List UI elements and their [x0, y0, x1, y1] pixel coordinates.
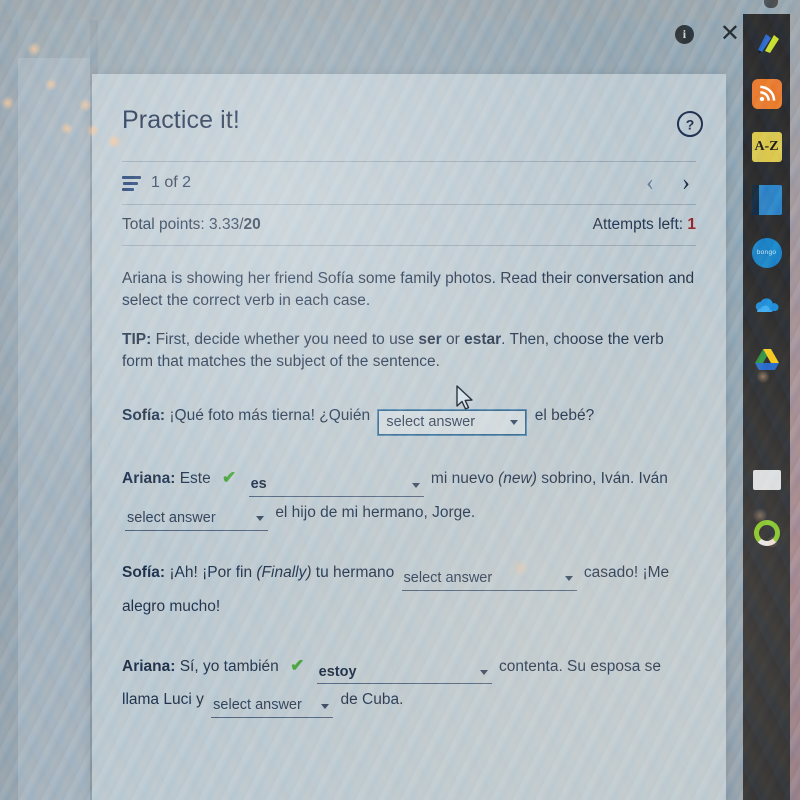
instructions-tip: TIP: First, decide whether you need to u… — [122, 329, 696, 374]
chevron-down-icon — [321, 703, 330, 709]
chevron-down-icon — [510, 420, 519, 426]
question-text-2d: el hijo de mi hermano, Jorge. — [275, 504, 476, 522]
list-lines-icon — [122, 175, 141, 191]
keyboard-document-icon — [752, 469, 781, 490]
sidebar-item-highlighter[interactable] — [743, 14, 790, 67]
bongo-circle-icon: bongo — [751, 237, 782, 268]
sidebar-item-onedrive[interactable] — [743, 279, 790, 332]
question-counter: 1 of 2 — [151, 174, 192, 191]
sidebar-item-book[interactable] — [743, 173, 790, 226]
stats-row: Total points: 3.33/20 Attempts left: 1 — [122, 205, 696, 245]
chevron-down-icon — [479, 669, 488, 675]
answer-select-4[interactable]: select answer — [401, 568, 577, 591]
answer-select-1[interactable]: select answer — [377, 409, 528, 437]
google-drive-icon — [754, 348, 779, 370]
green-ring-progress-icon — [753, 519, 780, 546]
question-row-4: Ariana: Sí, yo también ✔ estoy contenta.… — [122, 649, 696, 719]
total-points-max: 20 — [243, 216, 261, 233]
highlighter-pen-icon — [757, 33, 779, 54]
question-text-1a: ¡Qué foto más tierna! ¿Quién — [165, 406, 371, 424]
question-text-2a: Este — [175, 470, 211, 488]
question-gloss-2: (new) — [498, 470, 537, 488]
prev-question-button[interactable]: ‹ — [646, 171, 654, 195]
correct-check-icon-4: ✔ — [290, 655, 305, 675]
backdrop-left-strip — [0, 20, 18, 800]
blue-book-icon — [751, 184, 782, 215]
onedrive-cloud-icon — [755, 297, 778, 312]
question-text-4c: de Cuba. — [340, 691, 404, 709]
tip-text-1: First, decide whether you need to use — [151, 330, 419, 348]
sidebar-item-bongo[interactable]: bongo — [743, 226, 790, 279]
total-points: Total points: 3.33/20 — [122, 216, 261, 233]
tip-label: TIP: — [122, 330, 152, 348]
a-z-dictionary-icon: A-Z — [751, 131, 782, 162]
question-text-1b: el bebé? — [534, 406, 595, 424]
answer-select-3[interactable]: select answer — [125, 508, 268, 531]
answer-select-4-value: select answer — [403, 569, 493, 586]
sidebar-item-progress[interactable] — [743, 506, 790, 559]
question-text-4a: Sí, yo también — [175, 657, 279, 675]
question-nav-row: 1 of 2 ‹ › — [122, 162, 696, 204]
speaker-label-4: Ariana: — [122, 657, 176, 675]
attempts-left: Attempts left: 1 — [592, 216, 696, 233]
backdrop-top-strip — [0, 0, 740, 20]
answer-select-3-value: select answer — [127, 510, 216, 527]
svg-text:?: ? — [686, 117, 695, 133]
tip-verb-ser: ser — [418, 330, 442, 348]
question-row-3: Sofía: ¡Ah! ¡Por fin (Finally) tu herman… — [122, 557, 696, 623]
tip-verb-estar: estar — [464, 330, 502, 348]
info-icon[interactable]: i — [674, 24, 694, 44]
answer-select-6-value: select answer — [213, 697, 302, 714]
chevron-down-icon — [256, 516, 264, 522]
answer-select-5[interactable]: estoy — [316, 661, 492, 685]
chevron-down-icon — [411, 482, 420, 488]
question-text-3b: tu hermano — [311, 563, 395, 581]
sidebar-item-dictionary[interactable]: A-Z — [743, 120, 790, 173]
tip-text-2: or — [441, 330, 465, 348]
extensions-sidebar: A-Z bongo — [743, 14, 790, 800]
question-row-2: Ariana: Este ✔ es mi nuevo (new) sobrino… — [122, 461, 696, 531]
chevron-down-icon — [564, 576, 573, 582]
question-row-1: Sofía: ¡Qué foto más tierna! ¿Quién sele… — [122, 400, 696, 437]
speaker-label-2: Ariana: — [122, 470, 176, 488]
answer-select-1-value: select answer — [386, 413, 476, 430]
exercise-body: Ariana is showing her friend Sofía some … — [122, 246, 696, 719]
next-question-button[interactable]: › — [682, 171, 690, 195]
speaker-label-1: Sofía: — [122, 406, 166, 424]
monitor-bezel — [790, 0, 800, 800]
sidebar-item-rss[interactable] — [743, 67, 790, 120]
question-gloss-3: (Finally) — [256, 563, 312, 581]
answer-select-6[interactable]: select answer — [211, 695, 334, 719]
speaker-label-3: Sofía: — [122, 563, 166, 581]
sidebar-item-google-drive[interactable] — [743, 332, 790, 385]
correct-check-icon-2: ✔ — [222, 468, 237, 488]
close-icon[interactable]: ✕ — [720, 22, 740, 46]
answer-select-2[interactable]: es — [248, 474, 424, 498]
practice-modal-card: Practice it! ? 1 of 2 ‹ › Total points: … — [92, 74, 726, 800]
instructions-intro: Ariana is showing her friend Sofía some … — [122, 270, 695, 310]
answer-select-5-value: estoy — [318, 663, 357, 680]
question-text-2c: sobrino, Iván. Iván — [536, 470, 668, 488]
backdrop-left-panel — [18, 58, 90, 800]
rss-feed-icon — [751, 78, 782, 109]
window-controls: i ✕ — [674, 22, 740, 46]
question-text-2b: mi nuevo — [430, 470, 499, 488]
question-text-3a: ¡Ah! ¡Por fin — [165, 563, 257, 581]
answer-select-2-value: es — [250, 476, 267, 493]
page-title: Practice it! — [122, 106, 240, 134]
attempts-left-value: 1 — [687, 216, 696, 233]
sidebar-item-keyboard[interactable] — [743, 453, 790, 506]
help-circle-icon[interactable]: ? — [676, 110, 704, 138]
screen-photo: i ✕ Practice it! ? 1 of 2 ‹ › Total poin… — [0, 0, 800, 800]
